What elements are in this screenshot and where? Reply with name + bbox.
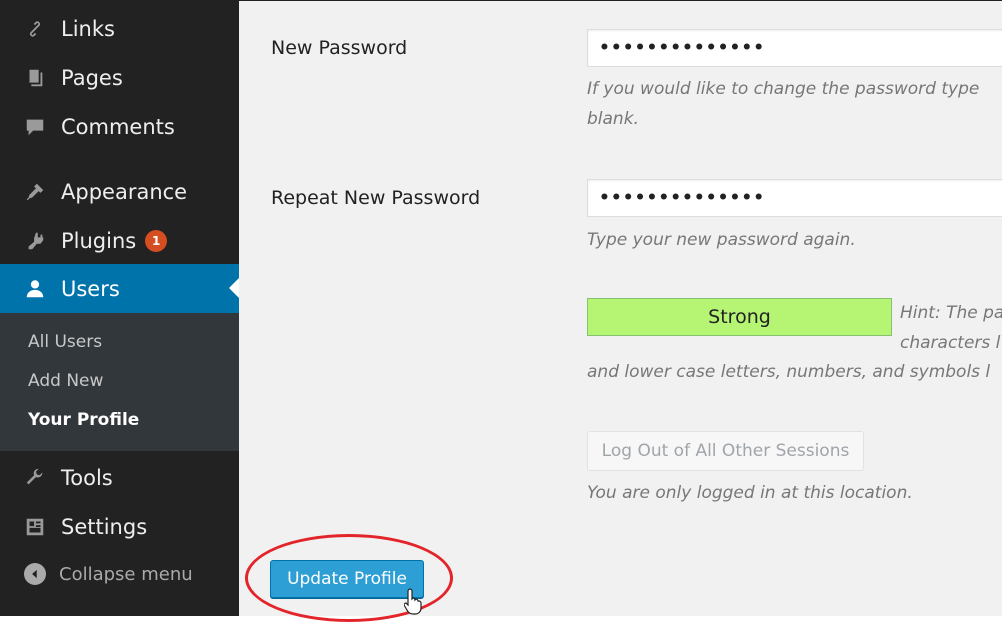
users-submenu: All Users Add New Your Profile <box>0 313 239 451</box>
comments-icon <box>22 114 48 140</box>
menu-label: Appearance <box>61 179 188 204</box>
menu-label: Links <box>61 16 115 41</box>
collapse-arrow-icon <box>24 563 46 585</box>
menu-item-tools[interactable]: Tools <box>0 453 239 502</box>
links-icon <box>22 16 48 42</box>
menu-item-comments[interactable]: Comments <box>0 102 239 151</box>
menu-label: Comments <box>61 114 175 139</box>
menu-item-links[interactable]: Links <box>0 4 239 53</box>
menu-item-users[interactable]: Users <box>0 264 239 313</box>
menu-item-plugins[interactable]: Plugins 1 <box>0 216 239 265</box>
logout-other-sessions-button[interactable]: Log Out of All Other Sessions <box>587 431 864 471</box>
update-count-badge: 1 <box>145 229 168 252</box>
repeat-password-input[interactable]: •••••••••••••• <box>587 179 1002 217</box>
password-hint-line1: Hint: The pa <box>900 303 1002 323</box>
plugins-icon <box>22 228 48 254</box>
update-profile-button[interactable]: Update Profile <box>270 560 424 598</box>
menu-label: Plugins <box>61 228 137 253</box>
settings-icon <box>22 514 48 540</box>
users-icon <box>22 276 48 302</box>
new-password-description-line2: blank. <box>587 109 639 129</box>
profile-form-area: New Password •••••••••••••• If you would… <box>239 0 1002 622</box>
menu-label: Users <box>61 276 120 301</box>
collapse-menu-button[interactable]: Collapse menu <box>24 563 193 585</box>
menu-item-pages[interactable]: Pages <box>0 53 239 102</box>
collapse-label: Collapse menu <box>59 563 193 585</box>
menu-label: Settings <box>61 514 148 539</box>
menu-label: Tools <box>61 465 113 490</box>
submenu-item-all-users[interactable]: All Users <box>28 332 102 352</box>
active-indicator-arrow <box>229 278 239 298</box>
tools-icon <box>22 465 48 491</box>
sessions-description: You are only logged in at this location. <box>587 483 913 503</box>
hand-cursor-icon <box>404 588 422 615</box>
repeat-password-label: Repeat New Password <box>271 187 481 209</box>
menu-label: Pages <box>61 65 123 90</box>
menu-item-appearance[interactable]: Appearance <box>0 167 239 216</box>
repeat-password-description: Type your new password again. <box>587 230 856 250</box>
password-strength-indicator: Strong <box>587 298 892 336</box>
submenu-item-add-new[interactable]: Add New <box>28 371 103 391</box>
admin-sidebar: Links Pages Comments Appearance Plugins … <box>0 0 239 616</box>
new-password-input[interactable]: •••••••••••••• <box>587 29 1002 67</box>
appearance-icon <box>22 179 48 205</box>
submenu-item-your-profile[interactable]: Your Profile <box>28 410 139 430</box>
pages-icon <box>22 65 48 91</box>
password-hint-line3: and lower case letters, numbers, and sym… <box>587 362 991 382</box>
new-password-label: New Password <box>271 37 408 59</box>
menu-item-settings[interactable]: Settings <box>0 502 239 551</box>
password-hint-line2: characters l <box>900 333 1001 353</box>
new-password-description-line1: If you would like to change the password… <box>587 79 980 99</box>
